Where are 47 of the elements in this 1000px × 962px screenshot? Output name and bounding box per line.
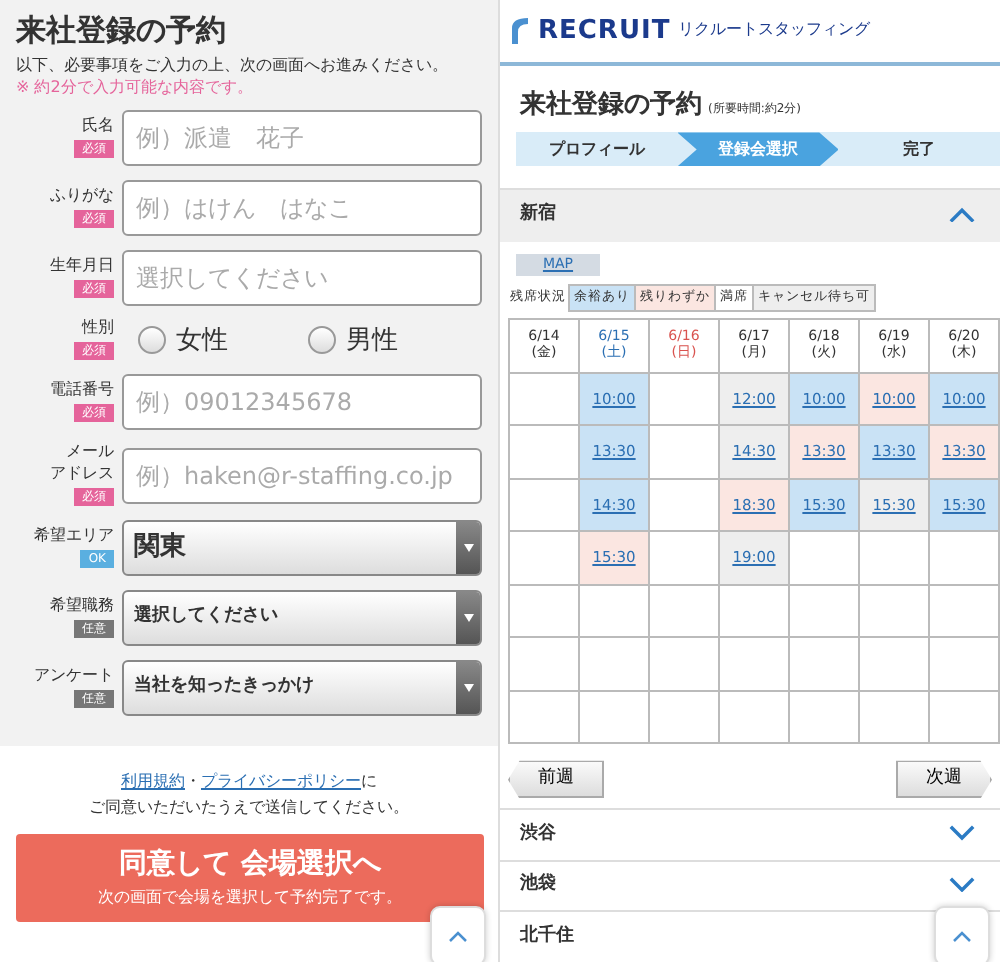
field-label: 電話番号 — [50, 382, 114, 401]
field-label: 希望エリア — [34, 528, 114, 546]
page-title: 来社登録の予約 — [16, 12, 228, 48]
select-field[interactable]: 当社を知ったきっかけ — [122, 660, 482, 717]
logo-arc-icon — [510, 16, 530, 45]
select-field[interactable]: 選択してください — [122, 590, 482, 647]
field-label: 希望職務 — [50, 598, 114, 616]
radio-option[interactable]: 男性 — [308, 321, 398, 361]
input-field[interactable]: 例）派遣 花子 — [122, 110, 482, 167]
field-label: ふりがな — [50, 188, 114, 207]
logo-text: RECRUIT — [538, 13, 671, 50]
expand-icon — [948, 824, 976, 842]
field-label: 氏名 — [82, 118, 114, 137]
scroll-top-button[interactable] — [430, 906, 486, 962]
dropdown-icon — [463, 684, 473, 693]
chevron-up-icon — [448, 930, 468, 942]
dropdown-icon — [463, 614, 473, 623]
collapse-icon — [948, 205, 976, 222]
location-item[interactable]: 池袋 — [500, 859, 1000, 911]
progress-step: 完了 — [838, 132, 1000, 167]
note-text: ※ 約2分で入力可能な内容です。 — [16, 76, 255, 99]
progress-step: プロフィール — [516, 132, 678, 167]
location-header[interactable]: 新宿 — [500, 188, 1000, 242]
page-title: 来社登録の予約 — [520, 87, 702, 124]
terms-link[interactable]: 利用規約 — [121, 772, 185, 791]
field-label: メール — [66, 444, 114, 463]
input-field[interactable]: 例）haken@r-staffing.co.jp — [122, 447, 482, 504]
field-label: アンケート — [34, 668, 114, 686]
field-label: 性別 — [82, 320, 114, 339]
dropdown-icon — [463, 544, 473, 553]
next-week-button[interactable]: 次週 — [896, 760, 992, 799]
radio-option[interactable]: 女性 — [138, 321, 228, 361]
select-field[interactable]: 関東 — [122, 520, 482, 577]
expand-icon — [948, 875, 976, 893]
field-label: 生年月日 — [50, 258, 114, 277]
field-label: アドレス — [50, 466, 114, 484]
input-field[interactable]: 選択してください — [122, 250, 482, 307]
logo-subtitle: リクルートスタッフィング — [678, 18, 871, 43]
submit-button[interactable]: 同意して 会場選択へ 次の画面で会場を選択して予約完了です。 — [16, 833, 484, 922]
previous-week-button[interactable]: 前週 — [508, 760, 604, 799]
chevron-up-icon — [952, 930, 972, 942]
consent-text: 利用規約・プライバシーポリシーに ご同意いただいたうえで送信してください。 — [87, 770, 411, 820]
progress-step: 登録会選択 — [677, 132, 839, 167]
instruction-text: 以下、必要事項をご入力の上、次の画面へお進みください。 — [16, 54, 450, 77]
input-field[interactable]: 例）はけん はなこ — [122, 180, 482, 237]
privacy-link[interactable]: プライバシーポリシー — [201, 772, 361, 791]
input-field[interactable]: 例）09012345678 — [122, 374, 482, 431]
